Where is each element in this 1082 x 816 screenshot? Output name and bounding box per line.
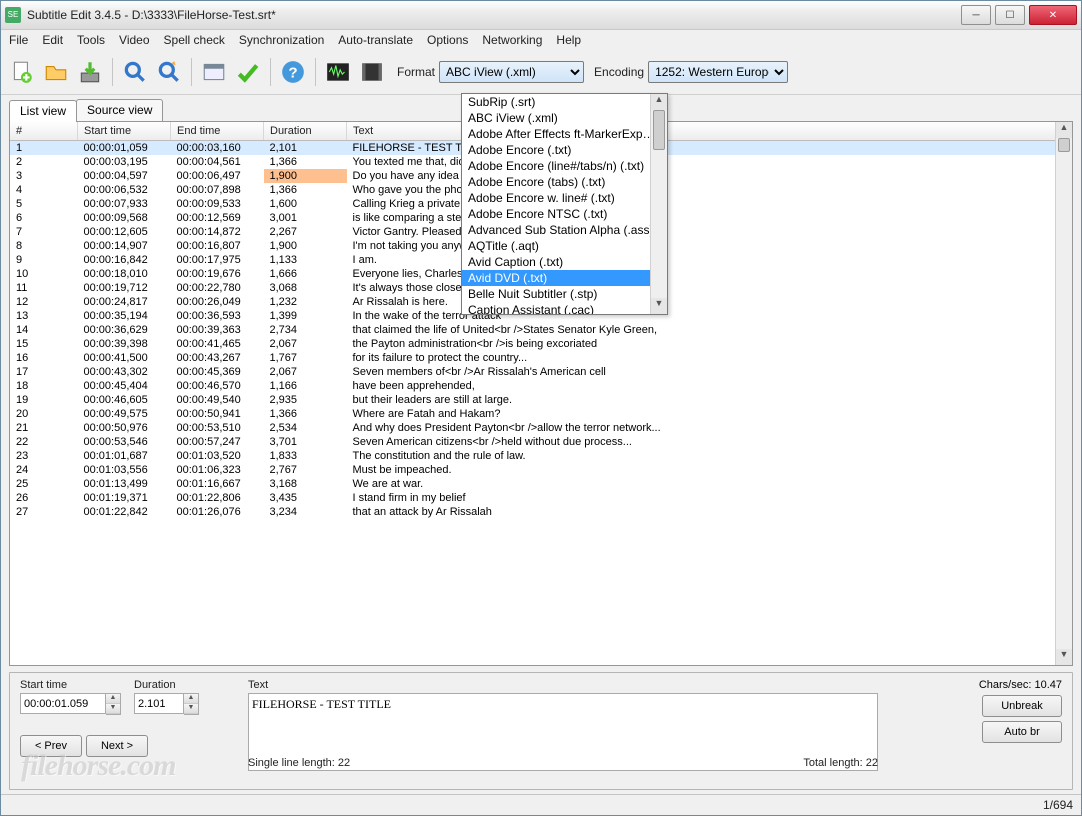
table-row[interactable]: 2300:01:01,68700:01:03,5201,833The const… — [10, 449, 1072, 463]
start-time-input[interactable]: ▲▼ — [20, 693, 130, 715]
new-file-icon[interactable] — [7, 57, 37, 87]
duration-input[interactable]: ▲▼ — [134, 693, 244, 715]
encoding-select[interactable]: 1252: Western Europe — [648, 61, 788, 83]
format-dropdown[interactable]: SubRip (.srt)ABC iView (.xml)Adobe After… — [461, 93, 668, 315]
minimize-button[interactable]: ─ — [961, 5, 991, 25]
format-option[interactable]: Avid Caption (.txt) — [462, 254, 667, 270]
open-file-icon[interactable] — [41, 57, 71, 87]
format-option[interactable]: Belle Nuit Subtitler (.stp) — [462, 286, 667, 302]
spellcheck-icon[interactable] — [233, 57, 263, 87]
table-row[interactable]: 1400:00:36,62900:00:39,3632,734that clai… — [10, 323, 1072, 337]
start-time-label: Start time — [20, 679, 130, 691]
format-label: Format — [397, 65, 435, 79]
text-label: Text — [248, 679, 878, 691]
menu-networking[interactable]: Networking — [482, 33, 542, 47]
editor-panel: Start time ▲▼ < Prev Next > Duration ▲▼ … — [9, 672, 1073, 790]
format-option[interactable]: Avid DVD (.txt) — [462, 270, 667, 286]
format-option[interactable]: Adobe Encore (.txt) — [462, 142, 667, 158]
find-icon[interactable] — [120, 57, 150, 87]
replace-icon[interactable] — [154, 57, 184, 87]
duration-label: Duration — [134, 679, 244, 691]
format-option[interactable]: AQTitle (.aqt) — [462, 238, 667, 254]
prev-button[interactable]: < Prev — [20, 735, 82, 757]
table-scrollbar[interactable]: ▲▼ — [1055, 122, 1072, 665]
table-row[interactable]: 2000:00:49,57500:00:50,9411,366Where are… — [10, 407, 1072, 421]
format-option[interactable]: Advanced Sub Station Alpha (.ass) — [462, 222, 667, 238]
table-row[interactable]: 2700:01:22,84200:01:26,0763,234that an a… — [10, 505, 1072, 519]
waveform-icon[interactable] — [323, 57, 353, 87]
col-start-time[interactable]: Start time — [78, 122, 171, 141]
menu-video[interactable]: Video — [119, 33, 149, 47]
table-row[interactable]: 1700:00:43,30200:00:45,3692,067Seven mem… — [10, 365, 1072, 379]
save-file-icon[interactable] — [75, 57, 105, 87]
format-select[interactable]: ABC iView (.xml) — [439, 61, 584, 83]
close-button[interactable]: ✕ — [1029, 5, 1077, 25]
titlebar: SE Subtitle Edit 3.4.5 - D:\3333\FileHor… — [1, 1, 1081, 30]
window-title: Subtitle Edit 3.4.5 - D:\3333\FileHorse-… — [27, 8, 961, 22]
tab-source-view[interactable]: Source view — [76, 99, 163, 121]
table-row[interactable]: 1800:00:45,40400:00:46,5701,166have been… — [10, 379, 1072, 393]
format-option[interactable]: Adobe Encore NTSC (.txt) — [462, 206, 667, 222]
table-row[interactable]: 2200:00:53,54600:00:57,2473,701Seven Ame… — [10, 435, 1072, 449]
menu-auto-translate[interactable]: Auto-translate — [338, 33, 413, 47]
svg-text:?: ? — [288, 64, 297, 81]
tab-list-view[interactable]: List view — [9, 100, 77, 122]
col-duration[interactable]: Duration — [264, 122, 347, 141]
format-option[interactable]: SubRip (.srt) — [462, 94, 667, 110]
menu-options[interactable]: Options — [427, 33, 468, 47]
format-option[interactable]: Adobe Encore w. line# (.txt) — [462, 190, 667, 206]
menu-edit[interactable]: Edit — [42, 33, 63, 47]
video-icon[interactable] — [357, 57, 387, 87]
table-row[interactable]: 2600:01:19,37100:01:22,8063,435I stand f… — [10, 491, 1072, 505]
table-row[interactable]: 1600:00:41,50000:00:43,2671,767for its f… — [10, 351, 1072, 365]
format-option[interactable]: Adobe After Effects ft-MarkerExporter (.… — [462, 126, 667, 142]
menubar: File Edit Tools Video Spell check Synchroniza… — [1, 30, 1081, 50]
format-option[interactable]: ABC iView (.xml) — [462, 110, 667, 126]
dropdown-scrollbar[interactable]: ▲▼ — [650, 94, 667, 314]
format-option[interactable]: Caption Assistant (.cac) — [462, 302, 667, 314]
table-row[interactable]: 2100:00:50,97600:00:53,5102,534And why d… — [10, 421, 1072, 435]
help-icon[interactable]: ? — [278, 57, 308, 87]
statusbar: 1/694 — [1, 794, 1081, 815]
encoding-label: Encoding — [594, 65, 644, 79]
table-row[interactable]: 1900:00:46,60500:00:49,5402,935but their… — [10, 393, 1072, 407]
menu-file[interactable]: File — [9, 33, 28, 47]
autobr-button[interactable]: Auto br — [982, 721, 1062, 743]
menu-synchronization[interactable]: Synchronization — [239, 33, 324, 47]
maximize-button[interactable]: ☐ — [995, 5, 1025, 25]
table-row[interactable]: 1500:00:39,39800:00:41,4652,067the Payto… — [10, 337, 1072, 351]
toolbar: ? Format ABC iView (.xml) Encoding 1252:… — [1, 50, 1081, 95]
menu-tools[interactable]: Tools — [77, 33, 105, 47]
menu-help[interactable]: Help — [556, 33, 581, 47]
app-icon: SE — [5, 7, 21, 23]
unbreak-button[interactable]: Unbreak — [982, 695, 1062, 717]
col-text[interactable]: Text — [347, 122, 1073, 141]
format-option[interactable]: Adobe Encore (tabs) (.txt) — [462, 174, 667, 190]
table-row[interactable]: 2400:01:03,55600:01:06,3232,767Must be i… — [10, 463, 1072, 477]
col--[interactable]: # — [10, 122, 78, 141]
menu-spell-check[interactable]: Spell check — [164, 33, 225, 47]
col-end-time[interactable]: End time — [171, 122, 264, 141]
format-option[interactable]: Adobe Encore (line#/tabs/n) (.txt) — [462, 158, 667, 174]
table-row[interactable]: 2500:01:13,49900:01:16,6673,168We are at… — [10, 477, 1072, 491]
visual-sync-icon[interactable] — [199, 57, 229, 87]
